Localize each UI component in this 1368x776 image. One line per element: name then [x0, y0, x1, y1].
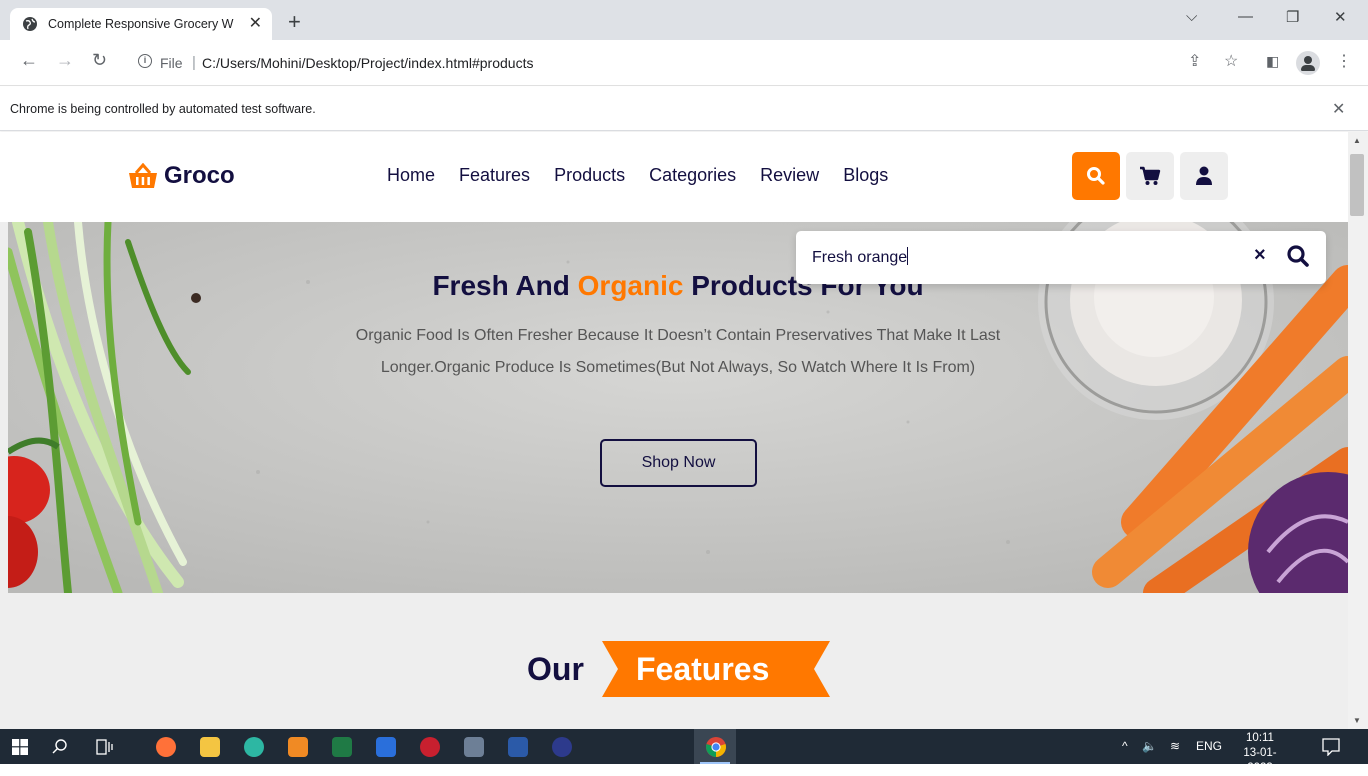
globe-icon [23, 17, 37, 31]
address-bar[interactable]: i File | C:/Users/Mohini/Desktop/Project… [124, 46, 1354, 80]
scroll-down-icon[interactable]: ▼ [1353, 716, 1361, 725]
close-window-icon[interactable]: ✕ [1334, 8, 1347, 26]
new-tab-icon[interactable]: + [288, 11, 301, 33]
infobar-message: Chrome is being controlled by automated … [10, 102, 316, 116]
cart-icon [1140, 166, 1161, 185]
features-heading-accent: Features [636, 651, 770, 687]
task-view-icon[interactable] [96, 739, 114, 755]
minimize-icon[interactable]: — [1238, 8, 1253, 25]
search-icon [1087, 167, 1105, 185]
sublime-text-icon[interactable] [288, 737, 308, 757]
tab-search-icon[interactable]: ⌵ [1186, 8, 1197, 25]
clear-search-icon[interactable]: × [1254, 245, 1266, 265]
hero-title-start: Fresh And [432, 270, 570, 301]
excel-icon[interactable] [332, 737, 352, 757]
browser-toolbar: ← → ↻ i File | C:/Users/Mohini/Desktop/P… [0, 40, 1368, 86]
edge-icon[interactable] [244, 737, 264, 757]
back-icon[interactable]: ← [20, 51, 38, 69]
security-shield-icon[interactable] [376, 737, 396, 757]
search-input[interactable]: Fresh orange [812, 247, 909, 267]
address-separator: | [192, 54, 196, 71]
brand-name: Groco [164, 162, 235, 189]
tab-strip: Complete Responsive Grocery W ✕ + ⌵ — ❐ … [0, 0, 1368, 40]
clock-time: 10:11 [1246, 732, 1274, 744]
restore-icon[interactable]: ❐ [1286, 8, 1299, 26]
file-explorer-icon[interactable] [200, 737, 220, 757]
windows-taskbar: ^ 🔈 ≋ ENG 10:11 13-01-2023 [0, 729, 1368, 774]
word-icon[interactable] [508, 737, 528, 757]
cart-button[interactable] [1126, 152, 1174, 200]
taskbar-clock[interactable]: 10:11 13-01-2023 [1234, 731, 1286, 776]
page-viewport: Groco Home Features Products Categories … [0, 132, 1348, 729]
info-icon[interactable]: i [138, 54, 152, 68]
features-heading-plain: Our [527, 651, 584, 687]
main-nav: Home Features Products Categories Review… [387, 165, 888, 186]
search-toggle-button[interactable] [1072, 152, 1120, 200]
clock-date: 13-01-2023 [1243, 747, 1277, 774]
features-section: Our Features [0, 593, 1348, 729]
close-tab-icon[interactable]: ✕ [249, 16, 262, 32]
menu-kebab-icon[interactable]: ⋮ [1336, 54, 1352, 70]
scrollbar-thumb[interactable] [1350, 154, 1364, 216]
hero-title-accent: Organic [577, 270, 684, 301]
eclipse-icon[interactable] [552, 737, 572, 757]
share-icon[interactable]: ⇪ [1188, 54, 1201, 70]
search-submit-icon[interactable] [1286, 244, 1310, 268]
browser-tab[interactable]: Complete Responsive Grocery W ✕ [10, 8, 272, 40]
basket-icon [129, 163, 157, 188]
antivirus-app-icon[interactable] [420, 737, 440, 757]
shop-now-button[interactable]: Shop Now [600, 439, 757, 487]
text-caret [907, 247, 909, 265]
scroll-up-icon[interactable]: ▲ [1353, 136, 1361, 145]
chrome-icon[interactable] [705, 736, 727, 758]
site-header: Groco Home Features Products Categories … [0, 132, 1348, 222]
volume-icon[interactable]: 🔈 [1142, 739, 1157, 753]
user-icon [1196, 166, 1212, 185]
wifi-icon[interactable]: ≋ [1170, 739, 1180, 753]
nav-review[interactable]: Review [760, 165, 819, 186]
nav-products[interactable]: Products [554, 165, 625, 186]
bookmark-star-icon[interactable]: ☆ [1224, 54, 1238, 70]
nav-blogs[interactable]: Blogs [843, 165, 888, 186]
search-query-text: Fresh orange [812, 249, 908, 266]
hero-description: Organic Food Is Often Fresher Because It… [355, 327, 1001, 376]
site-logo[interactable]: Groco [128, 162, 235, 190]
language-indicator[interactable]: ENG [1196, 739, 1222, 753]
notification-icon[interactable] [1322, 738, 1340, 756]
address-url[interactable]: C:/Users/Mohini/Desktop/Project/index.ht… [202, 55, 533, 71]
nav-categories[interactable]: Categories [649, 165, 736, 186]
nav-features[interactable]: Features [459, 165, 530, 186]
firefox-icon[interactable] [156, 737, 176, 757]
reload-icon[interactable]: ↻ [92, 51, 107, 69]
page-scrollbar[interactable]: ▲ ▼ [1348, 132, 1368, 729]
search-form: Fresh orange × [796, 231, 1326, 284]
profile-avatar-icon[interactable] [1296, 51, 1320, 75]
tray-overflow-icon[interactable]: ^ [1122, 739, 1128, 753]
tab-title: Complete Responsive Grocery W [48, 17, 234, 31]
automation-infobar: Chrome is being controlled by automated … [0, 87, 1368, 131]
windows-start-icon[interactable] [12, 739, 28, 755]
nav-home[interactable]: Home [387, 165, 435, 186]
forward-icon[interactable]: → [56, 51, 74, 69]
side-panel-icon[interactable]: ◧ [1266, 54, 1279, 68]
close-infobar-icon[interactable]: ✕ [1332, 99, 1345, 119]
remote-app-icon[interactable] [464, 737, 484, 757]
address-scheme: File [160, 55, 183, 71]
user-button[interactable] [1180, 152, 1228, 200]
taskbar-search-icon[interactable] [52, 738, 68, 754]
